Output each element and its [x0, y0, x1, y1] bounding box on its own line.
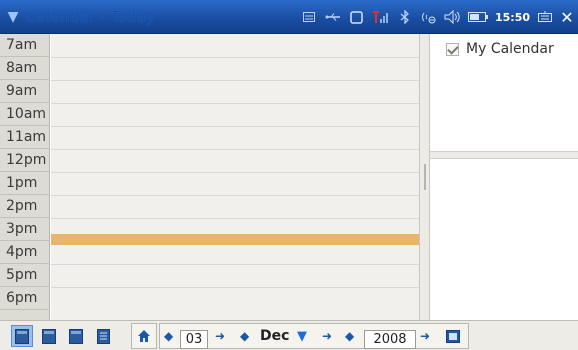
time-label: 8am	[0, 57, 50, 80]
next-day-icon[interactable]: ➜	[215, 329, 225, 343]
tasks-icon[interactable]	[297, 0, 321, 34]
calendar-checkbox[interactable]	[446, 42, 459, 56]
time-label: 3pm	[0, 218, 50, 241]
time-label: 12pm	[0, 149, 50, 172]
time-label: 9am	[0, 80, 50, 103]
time-label: 6pm	[0, 287, 50, 310]
calendar-picker-button[interactable]	[442, 325, 464, 347]
next-month-icon[interactable]: ➜	[322, 329, 332, 343]
time-label: 10am	[0, 103, 50, 126]
hour-line	[51, 149, 419, 150]
home-box	[131, 323, 157, 349]
usb-icon[interactable]	[321, 0, 345, 34]
clock[interactable]: 15:50	[491, 0, 534, 34]
calendar-item[interactable]: My Calendar	[446, 41, 554, 57]
calendar-list-pane: My Calendar	[430, 34, 578, 320]
prev-day-icon[interactable]: ◆	[164, 329, 173, 343]
wifi-icon[interactable]	[417, 0, 441, 34]
home-icon	[138, 330, 150, 342]
hour-line	[51, 126, 419, 127]
month-dropdown-icon[interactable]: ▼	[297, 329, 307, 344]
day-grid[interactable]	[51, 34, 419, 320]
time-label: 5pm	[0, 264, 50, 287]
window-title: Calendar - Today	[26, 7, 155, 26]
next-year-icon[interactable]: ➜	[420, 329, 430, 343]
day-view-button[interactable]	[11, 325, 33, 347]
pane-separator[interactable]	[419, 34, 430, 320]
hour-line	[51, 80, 419, 81]
close-icon[interactable]: ✕	[556, 0, 578, 34]
today-button[interactable]	[133, 325, 155, 347]
hour-line	[51, 172, 419, 173]
list-view-icon	[96, 328, 110, 344]
current-time-bar	[51, 234, 419, 245]
prev-month-icon[interactable]: ◆	[240, 329, 249, 343]
bottom-toolbar: ◆ 03 ➜ ◆ Dec ▼ ➜ ◆ 2008 ➜	[0, 320, 578, 350]
title-bar: ▼ Calendar - Today 15:50 ✕	[0, 0, 578, 34]
signal-strength-icon[interactable]	[369, 0, 393, 34]
volume-icon[interactable]	[441, 0, 465, 34]
calendar-picker-icon	[446, 329, 460, 343]
week-view-icon	[42, 328, 56, 344]
time-label: 2pm	[0, 195, 50, 218]
month-view-icon	[69, 328, 83, 344]
time-label: 1pm	[0, 172, 50, 195]
hour-line	[51, 287, 419, 288]
time-label: 11am	[0, 126, 50, 149]
time-label: 4pm	[0, 241, 50, 264]
date-navigator: ◆ 03 ➜ ◆ Dec ▼ ➜ ◆ 2008 ➜	[159, 323, 469, 349]
prev-year-icon[interactable]: ◆	[345, 329, 354, 343]
day-field[interactable]: 03	[180, 330, 208, 349]
month-label[interactable]: Dec	[260, 328, 289, 344]
display-icon[interactable]	[345, 0, 369, 34]
week-view-button[interactable]	[38, 325, 60, 347]
hour-line	[51, 264, 419, 265]
month-view-button[interactable]	[65, 325, 87, 347]
year-field[interactable]: 2008	[364, 330, 416, 349]
battery-icon[interactable]	[465, 0, 491, 34]
hour-line	[51, 103, 419, 104]
separator-grip[interactable]	[424, 164, 426, 190]
calendar-name: My Calendar	[466, 41, 554, 57]
pane-splitter[interactable]	[430, 151, 578, 159]
hour-line	[51, 195, 419, 196]
day-view-icon	[15, 328, 29, 344]
menu-arrow-icon[interactable]: ▼	[0, 0, 26, 34]
bluetooth-icon[interactable]	[393, 0, 417, 34]
list-view-button[interactable]	[92, 325, 114, 347]
hour-line	[51, 57, 419, 58]
keyboard-icon[interactable]	[534, 0, 556, 34]
status-area: 15:50 ✕	[297, 0, 578, 34]
time-column: 7am 8am 9am 10am 11am 12pm 1pm 2pm 3pm 4…	[0, 34, 50, 320]
hour-line	[51, 218, 419, 219]
time-label: 7am	[0, 34, 50, 57]
